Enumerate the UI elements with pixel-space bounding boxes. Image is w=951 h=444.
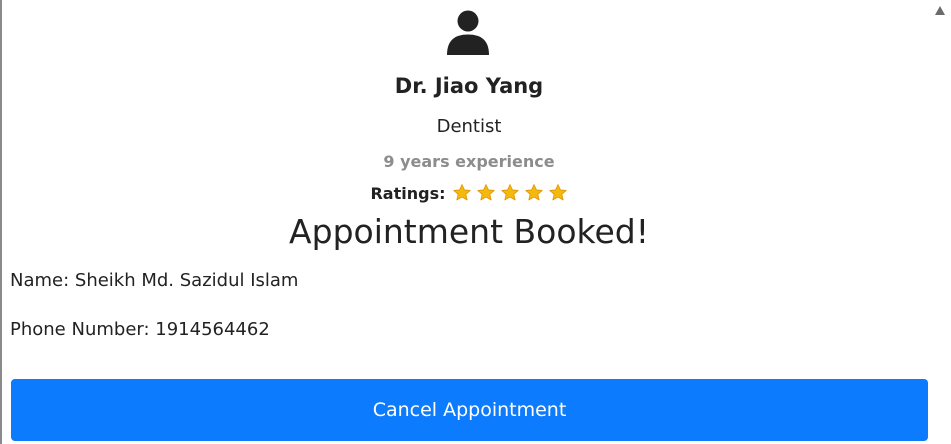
ratings-row: Ratings: <box>2 183 936 203</box>
star-icon <box>476 184 495 201</box>
star-icon <box>524 184 543 201</box>
cancel-appointment-button[interactable]: Cancel Appointment <box>11 379 928 441</box>
user-icon <box>447 10 489 55</box>
patient-name: Name: Sheikh Md. Sazidul Islam <box>10 270 299 291</box>
ratings-label: Ratings: <box>370 183 446 203</box>
doctor-experience: 9 years experience <box>383 152 555 171</box>
star-icon <box>500 184 519 201</box>
patient-phone: Phone Number: 1914564462 <box>10 319 270 340</box>
star-rating <box>452 183 568 203</box>
appointment-status-heading: Appointment Booked! <box>289 212 649 251</box>
page-frame: Dr. Jiao Yang Dentist 9 years experience… <box>0 0 951 444</box>
scroll-up-arrow-icon[interactable] <box>935 6 945 15</box>
doctor-specialty: Dentist <box>436 116 502 137</box>
star-icon <box>548 184 567 201</box>
doctor-card: Dr. Jiao Yang Dentist 9 years experience… <box>2 0 936 444</box>
star-icon <box>452 184 471 201</box>
doctor-name: Dr. Jiao Yang <box>394 74 544 98</box>
